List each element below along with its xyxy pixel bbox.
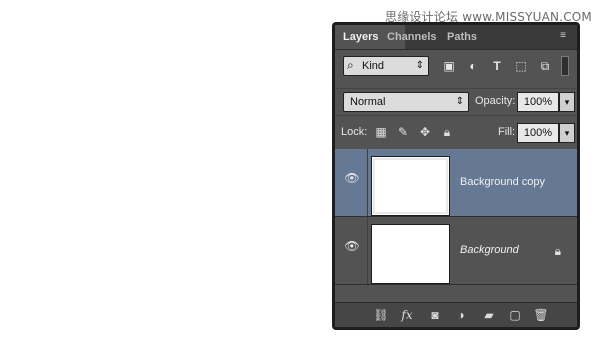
fill-input[interactable]: 100% xyxy=(517,123,559,143)
lock-row: Lock: ▦ ✎ ✥ 🔒︎ Fill: 100% ▾ xyxy=(335,115,577,151)
fx-icon[interactable]: fx xyxy=(399,307,415,323)
mask-icon[interactable]: ◙ xyxy=(427,307,443,323)
eye-icon[interactable]: 👁︎ xyxy=(341,167,363,189)
new-layer-icon[interactable]: ▢ xyxy=(507,307,523,323)
blend-mode-value: Normal xyxy=(350,96,386,108)
lock-all-icon[interactable]: 🔒︎ xyxy=(439,124,455,140)
pixel-filter-icon[interactable]: ▣ xyxy=(441,58,457,74)
eye-column-divider xyxy=(367,217,368,284)
layer-thumbnail[interactable] xyxy=(371,224,450,284)
opacity-input[interactable]: 100% xyxy=(517,92,559,112)
opacity-chevron-icon[interactable]: ▾ xyxy=(559,92,575,112)
blend-mode-dropdown[interactable]: Normal ⇕ xyxy=(343,92,469,112)
smart-object-filter-icon[interactable]: ⧉ xyxy=(537,58,553,74)
layers-panel: Layers Channels Paths ≡ ⌕ Kind ⇕ ▣ ◐ T ⬚… xyxy=(332,22,580,330)
shape-filter-icon[interactable]: ⬚ xyxy=(513,58,529,74)
updown-arrow-icon: ⇕ xyxy=(455,96,464,107)
opacity-label: Opacity: xyxy=(475,95,516,107)
fill-label: Fill: xyxy=(498,126,516,138)
eye-column-divider xyxy=(367,149,368,216)
adjustment-icon[interactable]: ◑ xyxy=(453,307,469,323)
fill-chevron-icon[interactable]: ▾ xyxy=(559,123,575,143)
layer-thumbnail[interactable] xyxy=(371,156,450,216)
layer-background-copy[interactable]: 👁︎ Background copy xyxy=(335,149,577,217)
adjustment-filter-icon[interactable]: ◐ xyxy=(465,58,481,74)
layer-name[interactable]: Background xyxy=(460,244,519,256)
eye-icon[interactable]: 👁︎ xyxy=(341,235,363,257)
updown-arrow-icon: ⇕ xyxy=(415,60,424,71)
folder-icon[interactable]: ▰ xyxy=(481,307,497,323)
lock-transparent-pixels-icon[interactable]: ▦ xyxy=(373,124,389,140)
lock-position-icon[interactable]: ✥ xyxy=(417,124,433,140)
filter-row: ⌕ Kind ⇕ ▣ ◐ T ⬚ ⧉ xyxy=(335,50,577,89)
lock-label: Lock: xyxy=(341,126,368,138)
kind-filter-dropdown[interactable]: ⌕ Kind ⇕ xyxy=(343,56,429,76)
panel-menu-icon[interactable]: ≡ xyxy=(555,28,571,44)
layer-name[interactable]: Background copy xyxy=(460,176,545,188)
type-filter-icon[interactable]: T xyxy=(489,58,505,74)
panel-bottom-toolbar: ⛓ fx ◙ ◑ ▰ ▢ 🗑︎ xyxy=(335,302,577,327)
kind-label: Kind xyxy=(362,60,385,72)
panel-tabs: Layers Channels Paths ≡ xyxy=(335,25,577,50)
filter-toggle-switch[interactable] xyxy=(561,56,569,76)
layer-lock-icon: 🔒︎ xyxy=(554,244,561,258)
search-icon: ⌕ xyxy=(347,58,354,72)
lock-image-pixels-icon[interactable]: ✎ xyxy=(395,124,411,140)
blend-row: Normal ⇕ Opacity: 100% ▾ xyxy=(335,89,577,115)
link-layers-icon[interactable]: ⛓ xyxy=(373,307,389,323)
tab-channels[interactable]: Channels xyxy=(379,25,445,49)
trash-icon[interactable]: 🗑︎ xyxy=(533,307,549,323)
tab-paths[interactable]: Paths xyxy=(439,25,485,49)
layer-background[interactable]: 👁︎ Background 🔒︎ xyxy=(335,217,577,285)
layers-list: 👁︎ Background copy 👁︎ Background 🔒︎ xyxy=(335,149,577,307)
